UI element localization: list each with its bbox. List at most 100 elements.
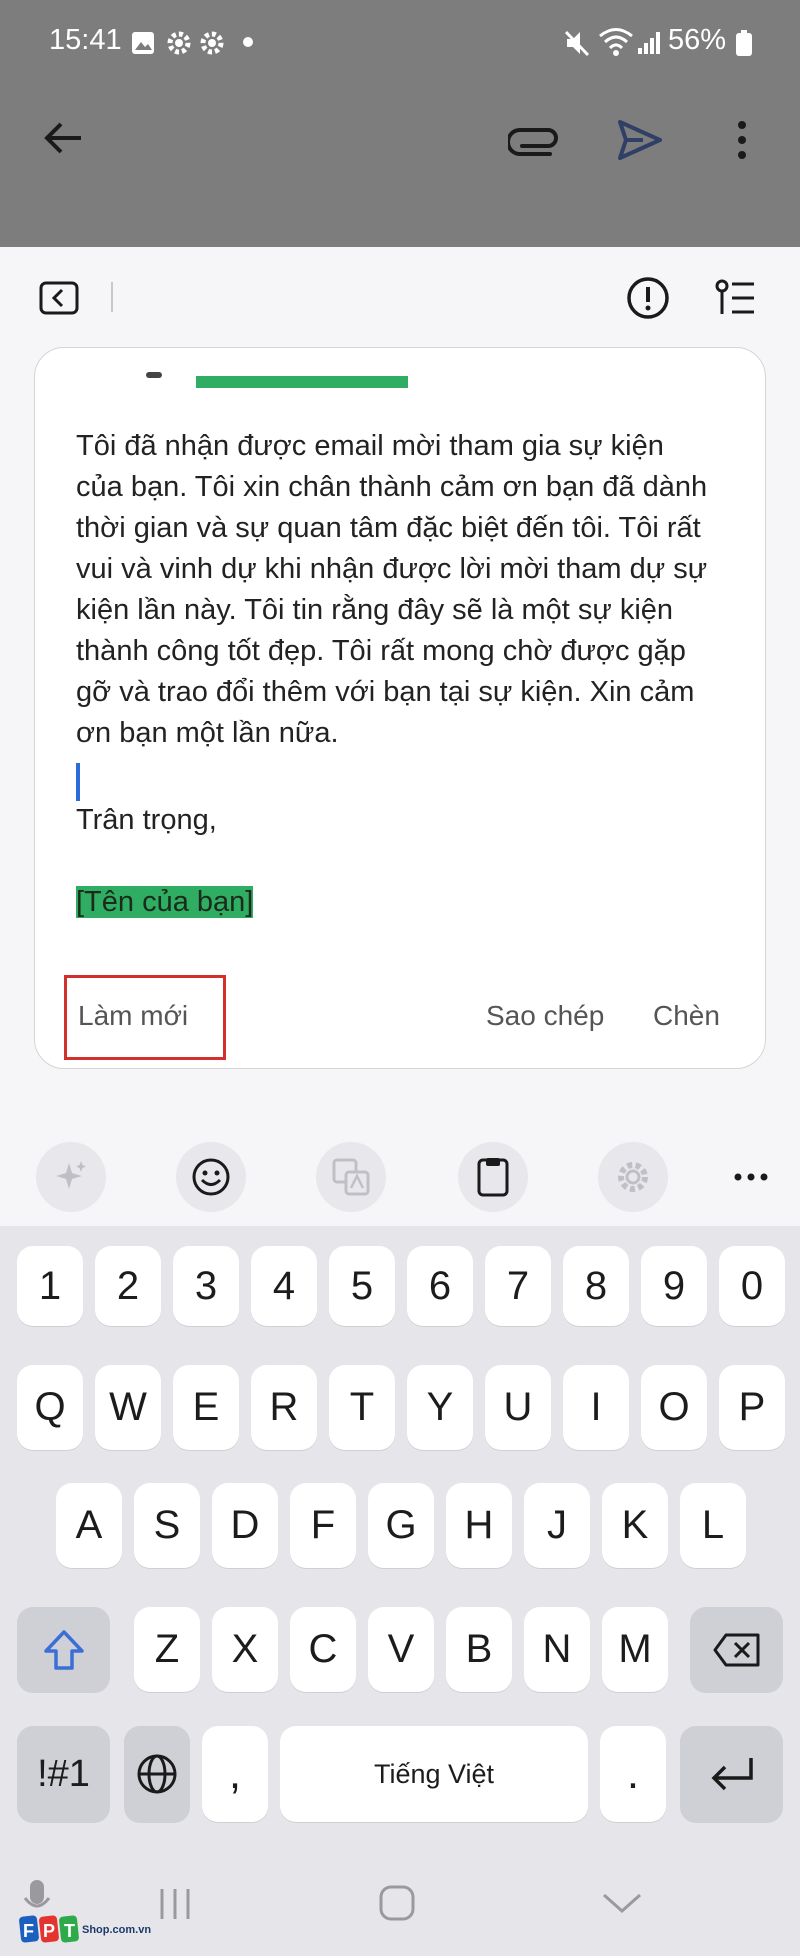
chevron-down-icon xyxy=(603,1893,641,1914)
key-e[interactable]: E xyxy=(173,1365,239,1450)
key-c[interactable]: C xyxy=(290,1607,356,1692)
email-closing: Trân trọng, xyxy=(76,804,217,836)
key-z[interactable]: Z xyxy=(134,1607,200,1692)
back-button[interactable] xyxy=(36,112,88,164)
svg-text:T: T xyxy=(64,1921,75,1941)
copy-button[interactable]: Sao chép xyxy=(486,1000,604,1032)
keyboard-settings-button[interactable] xyxy=(598,1142,668,1212)
status-time: 15:41 xyxy=(49,24,122,56)
key-1[interactable]: 1 xyxy=(17,1246,83,1326)
smiley-icon xyxy=(192,1158,230,1196)
key-p[interactable]: P xyxy=(719,1365,785,1450)
key-0[interactable]: 0 xyxy=(719,1246,785,1326)
key-5[interactable]: 5 xyxy=(329,1246,395,1326)
enter-key[interactable] xyxy=(680,1726,783,1822)
watermark-site-text: Shop.com.vn xyxy=(82,1924,152,1936)
key-q[interactable]: Q xyxy=(17,1365,83,1450)
backspace-key[interactable] xyxy=(690,1607,783,1692)
send-button[interactable] xyxy=(612,112,668,168)
key-l[interactable]: L xyxy=(680,1483,746,1568)
key-o[interactable]: O xyxy=(641,1365,707,1450)
key-3[interactable]: 3 xyxy=(173,1246,239,1326)
key-m[interactable]: M xyxy=(602,1607,668,1692)
send-icon xyxy=(618,120,662,160)
key-f[interactable]: F xyxy=(290,1483,356,1568)
key-n[interactable]: N xyxy=(524,1607,590,1692)
hide-keyboard-button[interactable] xyxy=(596,1886,648,1920)
report-button[interactable] xyxy=(624,274,672,322)
settings-status-icon xyxy=(200,31,224,55)
key-h[interactable]: H xyxy=(446,1483,512,1568)
notification-dot-icon xyxy=(243,37,253,47)
recents-lines-icon xyxy=(160,1889,190,1919)
key-4[interactable]: 4 xyxy=(251,1246,317,1326)
text-cursor xyxy=(76,763,80,801)
sparkle-icon xyxy=(56,1161,86,1189)
enter-arrow-icon xyxy=(711,1758,753,1791)
recent-apps-button[interactable] xyxy=(150,1884,200,1924)
key-w[interactable]: W xyxy=(95,1365,161,1450)
name-placeholder-text: [Tên của bạn] xyxy=(76,886,254,918)
email-body-text[interactable]: Tôi đã nhận được email mời tham gia sự k… xyxy=(76,426,716,754)
key-i[interactable]: I xyxy=(563,1365,629,1450)
scrolled-text-fragment xyxy=(146,372,162,378)
clipboard-button[interactable] xyxy=(458,1142,528,1212)
key-a[interactable]: A xyxy=(56,1483,122,1568)
key-x[interactable]: X xyxy=(212,1607,278,1692)
attach-button[interactable] xyxy=(506,112,562,168)
ai-assist-button[interactable] xyxy=(36,1142,106,1212)
svg-text:F: F xyxy=(23,1921,34,1941)
format-options-button[interactable] xyxy=(712,276,758,320)
space-bar[interactable]: Tiếng Việt xyxy=(280,1726,588,1822)
key-7[interactable]: 7 xyxy=(485,1246,551,1326)
fpt-shop-watermark: F P T Shop.com.vn xyxy=(18,1912,151,1946)
key-j[interactable]: J xyxy=(524,1483,590,1568)
language-key[interactable] xyxy=(124,1726,190,1822)
key-d[interactable]: D xyxy=(212,1483,278,1568)
key-k[interactable]: K xyxy=(602,1483,668,1568)
home-square-icon xyxy=(379,1885,415,1921)
collapse-panel-button[interactable] xyxy=(36,278,82,318)
key-s[interactable]: S xyxy=(134,1483,200,1568)
key-2[interactable]: 2 xyxy=(95,1246,161,1326)
more-vertical-icon xyxy=(738,121,746,159)
arrow-left-icon xyxy=(44,122,81,154)
gallery-icon xyxy=(132,32,154,54)
paperclip-icon xyxy=(508,128,558,156)
annotation-highlight-box xyxy=(64,975,226,1060)
alert-circle-icon xyxy=(627,277,669,319)
key-t[interactable]: T xyxy=(329,1365,395,1450)
mute-icon xyxy=(564,30,590,57)
translate-icon xyxy=(332,1158,370,1196)
wifi-icon xyxy=(599,28,633,56)
settings-status-icon xyxy=(167,31,191,55)
key-g[interactable]: G xyxy=(368,1483,434,1568)
insert-button[interactable]: Chèn xyxy=(653,1000,720,1032)
translate-button[interactable] xyxy=(316,1142,386,1212)
symbols-key[interactable]: !#1 xyxy=(17,1726,110,1822)
globe-icon xyxy=(137,1754,177,1794)
battery-icon xyxy=(736,30,752,56)
shift-key[interactable] xyxy=(17,1607,110,1692)
more-tools-button[interactable] xyxy=(726,1160,776,1194)
gear-icon xyxy=(618,1162,648,1192)
key-u[interactable]: U xyxy=(485,1365,551,1450)
key-r[interactable]: R xyxy=(251,1365,317,1450)
period-key[interactable]: . xyxy=(600,1726,666,1822)
emoji-button[interactable] xyxy=(176,1142,246,1212)
backspace-icon xyxy=(713,1633,759,1666)
battery-percentage: 56% xyxy=(668,24,727,56)
name-placeholder: [Tên của bạn] xyxy=(76,886,254,919)
shift-arrow-icon xyxy=(43,1629,84,1670)
key-6[interactable]: 6 xyxy=(407,1246,473,1326)
key-8[interactable]: 8 xyxy=(563,1246,629,1326)
more-horizontal-icon xyxy=(734,1173,768,1181)
home-button[interactable] xyxy=(372,1880,422,1926)
fpt-logo-icon: F P T xyxy=(19,1915,79,1943)
key-y[interactable]: Y xyxy=(407,1365,473,1450)
key-b[interactable]: B xyxy=(446,1607,512,1692)
more-options-button[interactable] xyxy=(718,112,766,168)
key-9[interactable]: 9 xyxy=(641,1246,707,1326)
key-v[interactable]: V xyxy=(368,1607,434,1692)
comma-key[interactable]: , xyxy=(202,1726,268,1822)
